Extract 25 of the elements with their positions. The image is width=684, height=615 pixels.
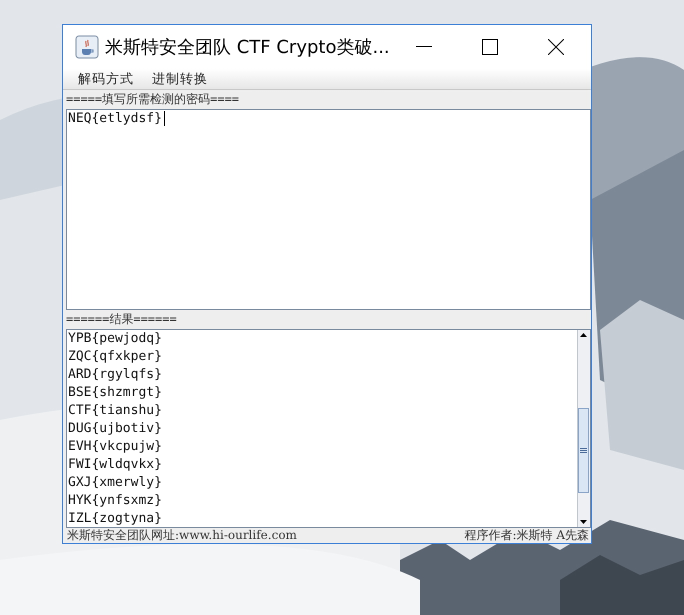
close-icon (548, 38, 564, 54)
coffee-cup-icon (75, 34, 99, 58)
result-line: BSE{shzmrgt} (68, 384, 163, 402)
window-title: 米斯特安全团队 CTF Crypto类破... (105, 36, 390, 58)
result-line: FWI{wldqvkx} (68, 456, 163, 474)
result-line: EVH{vkcpujw} (68, 438, 163, 456)
minimize-icon (416, 46, 432, 47)
input-label: =====填写所需检测的密码==== (65, 91, 240, 108)
result-line: IZL{zogtyna} (68, 510, 163, 528)
author-text: 程序作者:米斯特 A先森 (464, 528, 589, 543)
result-line: GXJ{xmerwly} (68, 474, 163, 492)
result-line: HYK{ynfsxmz} (68, 492, 163, 510)
menu-item[interactable]: 解码方式 (78, 70, 134, 88)
result-line: ZQC{qfxkper} (68, 348, 163, 366)
result-line: ARD{rgylqfs} (68, 366, 163, 384)
website-text: 米斯特安全团队网址:www.hi-ourlife.com (67, 528, 297, 543)
result-label: ======结果====== (65, 311, 178, 328)
scrollbar[interactable] (577, 330, 590, 527)
menu-item[interactable]: 进制转换 (152, 70, 208, 88)
maximize-icon (482, 38, 498, 54)
result-line: DUG{ujbotiv} (68, 420, 163, 438)
result-line: CTF{tianshu} (68, 402, 163, 420)
result-line: YPB{pewjodq} (68, 330, 163, 348)
input-field[interactable]: NEQ{etlydsf} (66, 109, 591, 310)
scroll-thumb[interactable] (578, 408, 589, 493)
